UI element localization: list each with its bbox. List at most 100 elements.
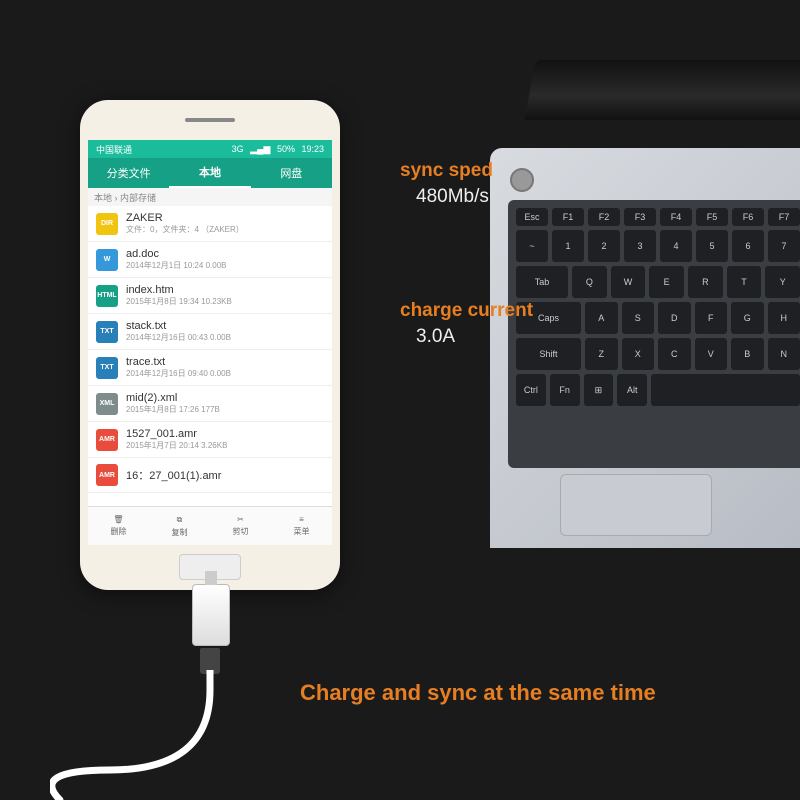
key[interactable]: 7 <box>768 230 800 262</box>
key[interactable]: S <box>622 302 655 334</box>
action-bar: 🗑删除⧉复制✂剪切 ≡ 菜单 <box>88 506 332 545</box>
key[interactable]: 4 <box>660 230 692 262</box>
key[interactable]: F <box>695 302 728 334</box>
trackpad[interactable] <box>560 474 712 536</box>
spec-charge-value: 3.0A <box>416 326 533 348</box>
laptop: EscF1F2F3F4F5F6F7~1234567TabQWERTYCapsAS… <box>500 60 800 530</box>
file-row[interactable]: AMR 1527_001.amr2015年1月7日 20:14 3.26KB <box>88 422 332 458</box>
key[interactable]: Alt <box>617 374 647 406</box>
action-0[interactable]: 🗑删除 <box>88 507 149 545</box>
key[interactable]: A <box>585 302 618 334</box>
action-icon: ≡ <box>299 515 304 524</box>
file-name: mid(2).xml <box>126 392 324 404</box>
key[interactable]: 1 <box>552 230 584 262</box>
file-meta: 2015年1月7日 20:14 3.26KB <box>126 440 324 451</box>
phone-speaker <box>185 118 235 122</box>
key[interactable]: Y <box>765 266 800 298</box>
file-meta: 2015年1月8日 17:26 177B <box>126 404 324 415</box>
key[interactable]: V <box>695 338 728 370</box>
key[interactable]: F3 <box>624 208 656 226</box>
tab-categories[interactable]: 分类文件 <box>88 158 169 188</box>
laptop-base: EscF1F2F3F4F5F6F7~1234567TabQWERTYCapsAS… <box>490 148 800 548</box>
file-row[interactable]: HTMLindex.htm2015年1月8日 19:34 10.23KB <box>88 278 332 314</box>
tab-local[interactable]: 本地 <box>169 158 250 188</box>
tab-bar: 分类文件 本地 网盘 <box>88 158 332 188</box>
spec-charge: charge current 3.0A <box>400 300 533 348</box>
file-row[interactable]: Wad.doc2014年12月1日 10:24 0.00B <box>88 242 332 278</box>
network-label: 3G <box>232 144 244 154</box>
key[interactable]: F6 <box>732 208 764 226</box>
power-button[interactable] <box>510 168 534 192</box>
key[interactable]: F7 <box>768 208 800 226</box>
file-list: DIRZAKER文件：0，文件夹：4 （ZAKER）Wad.doc2014年12… <box>88 206 332 493</box>
key[interactable]: W <box>611 266 646 298</box>
wifi-icon: ▂▄▆ <box>250 144 270 154</box>
file-name: ZAKER <box>126 212 324 224</box>
file-row[interactable]: DIRZAKER文件：0，文件夹：4 （ZAKER） <box>88 206 332 242</box>
keyboard: EscF1F2F3F4F5F6F7~1234567TabQWERTYCapsAS… <box>508 200 800 468</box>
key[interactable]: T <box>727 266 762 298</box>
key[interactable]: X <box>622 338 655 370</box>
key[interactable]: R <box>688 266 723 298</box>
file-name: trace.txt <box>126 356 324 368</box>
file-row[interactable]: XMLmid(2).xml2015年1月8日 17:26 177B <box>88 386 332 422</box>
action-icon: 🗑 <box>113 515 123 524</box>
file-row[interactable]: TXT trace.txt2014年12月16日 09:40 0.00B <box>88 350 332 386</box>
breadcrumb: 本地 › 内部存储 <box>88 188 332 206</box>
key[interactable]: N <box>768 338 800 370</box>
file-icon: HTML <box>96 285 118 307</box>
key[interactable]: C <box>658 338 691 370</box>
key[interactable]: ⊞ <box>584 374 614 406</box>
key[interactable]: G <box>731 302 764 334</box>
file-meta: 文件：0，文件夹：4 （ZAKER） <box>126 224 324 235</box>
phone-screen: 中国联通 3G ▂▄▆ 50% 19:23 分类文件 本地 网盘 本地 › 内部… <box>88 140 332 545</box>
action-3[interactable]: ≡ 菜单 <box>271 507 332 545</box>
key[interactable]: D <box>658 302 691 334</box>
smartphone: 中国联通 3G ▂▄▆ 50% 19:23 分类文件 本地 网盘 本地 › 内部… <box>80 100 340 590</box>
key[interactable]: 6 <box>732 230 764 262</box>
laptop-lid <box>525 60 800 120</box>
clock-label: 19:23 <box>301 144 324 154</box>
file-row[interactable]: TXTstack.txt2014年12月16日 00:43 0.00B <box>88 314 332 350</box>
key[interactable]: 2 <box>588 230 620 262</box>
key[interactable]: Tab <box>516 266 568 298</box>
key[interactable] <box>651 374 800 406</box>
file-icon: AMR <box>96 429 118 451</box>
key[interactable]: 5 <box>696 230 728 262</box>
file-icon: TXT <box>96 321 118 343</box>
key[interactable]: Ctrl <box>516 374 546 406</box>
usb-cable <box>50 670 280 800</box>
key[interactable]: F5 <box>696 208 728 226</box>
file-name: 1527_001.amr <box>126 428 324 440</box>
file-name: stack.txt <box>126 320 324 332</box>
file-icon: AMR <box>96 464 118 486</box>
tab-cloud[interactable]: 网盘 <box>251 158 332 188</box>
file-icon: TXT <box>96 357 118 379</box>
key[interactable]: E <box>649 266 684 298</box>
file-icon: W <box>96 249 118 271</box>
key[interactable]: 3 <box>624 230 656 262</box>
key[interactable]: F2 <box>588 208 620 226</box>
file-meta: 2014年12月1日 10:24 0.00B <box>126 260 324 271</box>
action-2[interactable]: ✂剪切 <box>210 507 271 545</box>
key[interactable]: H <box>768 302 800 334</box>
spec-sync-value: 480Mb/s <box>416 186 493 208</box>
file-row[interactable]: AMR16：27_001(1).amr <box>88 458 332 493</box>
key[interactable]: Esc <box>516 208 548 226</box>
key[interactable]: Z <box>585 338 618 370</box>
action-1[interactable]: ⧉复制 <box>149 507 210 545</box>
file-meta: 2015年1月8日 19:34 10.23KB <box>126 296 324 307</box>
action-label: 复制 <box>172 527 188 538</box>
usb-adapter <box>192 584 230 646</box>
action-label: 菜单 <box>294 526 310 537</box>
file-meta: 2014年12月16日 09:40 0.00B <box>126 368 324 379</box>
key[interactable]: Fn <box>550 374 580 406</box>
key[interactable]: ~ <box>516 230 548 262</box>
key[interactable]: B <box>731 338 764 370</box>
spec-charge-label: charge current <box>400 300 533 322</box>
file-name: ad.doc <box>126 248 324 260</box>
tagline: Charge and sync at the same time <box>300 680 656 706</box>
key[interactable]: F1 <box>552 208 584 226</box>
key[interactable]: Q <box>572 266 607 298</box>
key[interactable]: F4 <box>660 208 692 226</box>
